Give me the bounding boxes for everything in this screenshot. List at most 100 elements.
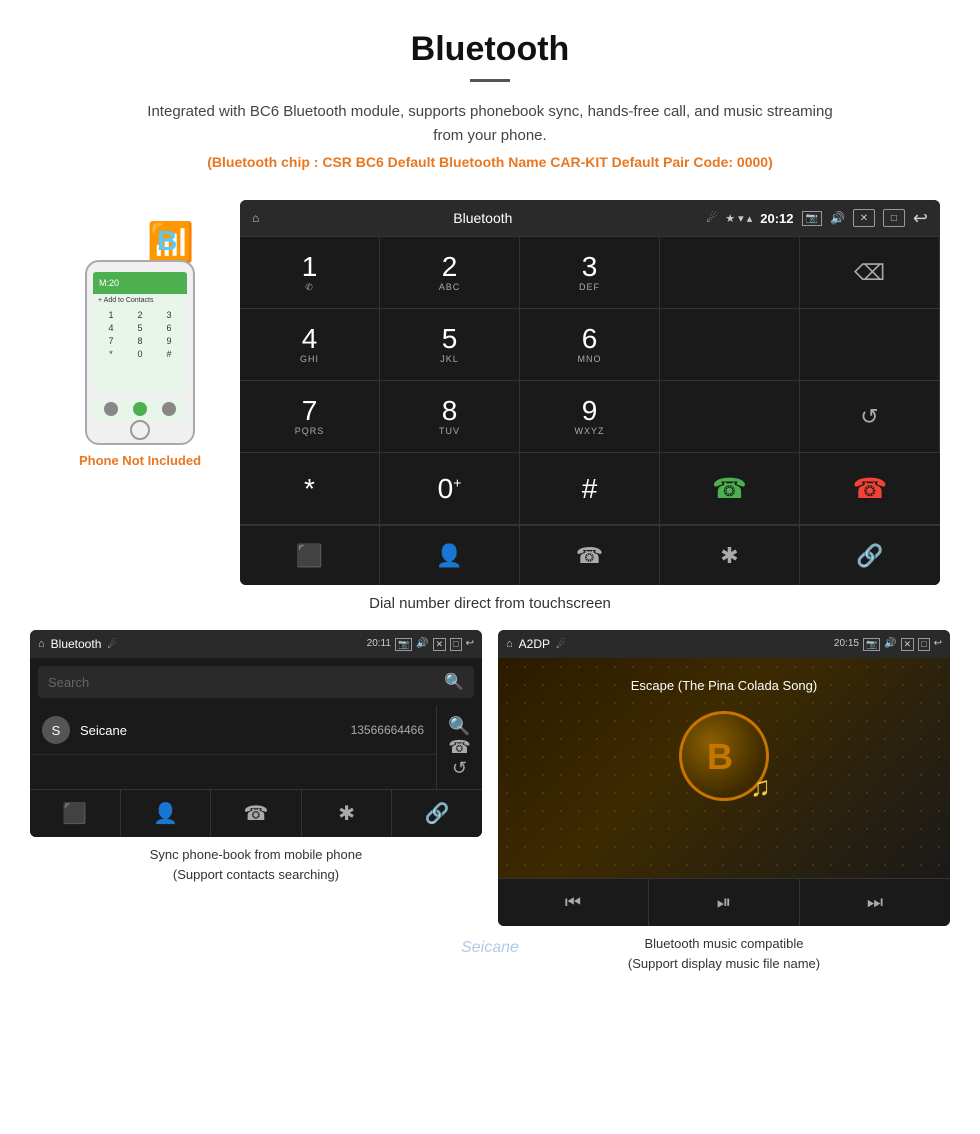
- dial-section: ☃ ⬓ 📶 B M:20 + Add to Contacts: [0, 200, 980, 585]
- dial-android-screen: ⌂ Bluetooth ☄ ★ ▾ ▴ 20:12 📷 🔊 ✕ □ ↩ 1 ✆ …: [240, 200, 940, 585]
- dial-number-2: 2 ABC: [439, 253, 461, 292]
- dial-number-1: 1 ✆: [302, 253, 318, 293]
- phone-side: ☃ ⬓ 📶 B M:20 + Add to Contacts: [40, 200, 240, 468]
- call-green-icon: ☎: [712, 472, 747, 505]
- music-next[interactable]: ⏭: [800, 879, 950, 926]
- music-home-icon[interactable]: ⌂: [506, 638, 513, 650]
- music-back-icon[interactable]: ↩: [934, 638, 942, 651]
- nav-bluetooth[interactable]: ✱: [660, 526, 800, 585]
- pb-vol-icon: 🔊: [416, 638, 428, 651]
- music-background: Escape (The Pina Colada Song) B ♫: [498, 658, 950, 878]
- phone-keypad: 1 2 3 4 5 6 7 8 9 * 0 #: [93, 307, 187, 362]
- phone-key: 9: [155, 335, 183, 347]
- pb-back-icon[interactable]: ↩: [466, 638, 474, 651]
- pb-nav-phone[interactable]: ☎: [211, 790, 302, 837]
- dial-key-star[interactable]: *: [240, 453, 380, 525]
- pb-search-bar[interactable]: Search 🔍: [38, 666, 474, 698]
- phone-key: 1: [97, 309, 125, 321]
- dial-key-4[interactable]: 4 GHI: [240, 309, 380, 381]
- phone-bottom-bar: [93, 398, 187, 420]
- nav-contacts[interactable]: 👤: [380, 526, 520, 585]
- music-caption-line1: Bluetooth music compatible: [645, 936, 804, 951]
- pb-screen-icon[interactable]: □: [450, 638, 461, 651]
- pb-usb-icon: ☄: [107, 638, 117, 651]
- pb-search-side-icon[interactable]: 🔍: [448, 716, 470, 737]
- nav-phone[interactable]: ☎: [520, 526, 660, 585]
- pb-nav-link[interactable]: 🔗: [392, 790, 482, 837]
- backspace-icon: ⌫: [854, 260, 885, 286]
- dial-key-9[interactable]: 9 WXYZ: [520, 381, 660, 453]
- music-statusbar-title: A2DP: [519, 637, 550, 651]
- bottom-screens: ⌂ Bluetooth ☄ 20:11 📷 🔊 ✕ □ ↩ Search: [0, 630, 980, 973]
- phonebook-screen-wrap: ⌂ Bluetooth ☄ 20:11 📷 🔊 ✕ □ ↩ Search: [30, 630, 482, 973]
- pb-nav-dialpad[interactable]: ⬛: [30, 790, 121, 837]
- phone-body: M:20 + Add to Contacts 1 2 3 4 5 6 7 8 9…: [85, 260, 195, 445]
- pb-nav-contacts[interactable]: 👤: [121, 790, 212, 837]
- nav-dialpad[interactable]: ⬛: [240, 526, 380, 585]
- dial-call-red[interactable]: ☎: [800, 453, 940, 525]
- phone-add-contact: + Add to Contacts: [93, 294, 187, 307]
- dial-key-5[interactable]: 5 JKL: [380, 309, 520, 381]
- dialpad-area: 1 ✆ 2 ABC 3 DEF ⌫: [240, 236, 940, 525]
- music-statusbar: ⌂ A2DP ☄ 20:15 📷 🔊 ✕ □ ↩: [498, 630, 950, 658]
- music-screen-icon[interactable]: □: [918, 638, 929, 651]
- music-note-icon: ♫: [750, 771, 771, 803]
- refresh-icon: ↺: [860, 404, 878, 430]
- dial-backspace[interactable]: ⌫: [800, 237, 940, 309]
- pb-refresh-side-icon[interactable]: ↺: [452, 758, 467, 779]
- nav-link[interactable]: 🔗: [800, 526, 940, 585]
- page-title: Bluetooth: [20, 30, 960, 69]
- pb-side-icons: 🔍 ☎ ↺: [436, 706, 482, 789]
- music-caption: Bluetooth music compatible (Support disp…: [498, 934, 950, 973]
- dial-key-8[interactable]: 8 TUV: [380, 381, 520, 453]
- dial-empty-4: [660, 381, 800, 453]
- dial-call-green[interactable]: ☎: [660, 453, 800, 525]
- dial-key-7[interactable]: 7 PQRS: [240, 381, 380, 453]
- screen-icon[interactable]: □: [883, 209, 905, 227]
- status-icons: ★ ▾ ▴: [725, 212, 752, 225]
- music-play-pause[interactable]: ⏯: [649, 879, 800, 926]
- dial-empty-2: [660, 309, 800, 381]
- pb-nav-bluetooth[interactable]: ✱: [302, 790, 393, 837]
- page-header: Bluetooth Integrated with BC6 Bluetooth …: [0, 0, 980, 200]
- dial-key-0[interactable]: 0+: [380, 453, 520, 525]
- phone-key: 3: [155, 309, 183, 321]
- back-icon[interactable]: ↩: [913, 208, 928, 229]
- dial-number-3: 3 DEF: [579, 253, 600, 292]
- phone-menu-icon: [162, 402, 176, 416]
- music-song-title: Escape (The Pina Colada Song): [631, 678, 817, 693]
- close-icon[interactable]: ✕: [853, 209, 875, 227]
- title-underline: [470, 79, 510, 82]
- dial-key-1[interactable]: 1 ✆: [240, 237, 380, 309]
- dial-key-6[interactable]: 6 MNO: [520, 309, 660, 381]
- music-close-icon[interactable]: ✕: [901, 638, 915, 651]
- pb-contacts-list: S Seicane 13566664466: [30, 706, 436, 789]
- usb-icon: ☄: [706, 211, 717, 225]
- volume-icon[interactable]: 🔊: [830, 211, 845, 225]
- dial-refresh[interactable]: ↺: [800, 381, 940, 453]
- music-album-art: B ♫: [679, 711, 769, 801]
- home-icon[interactable]: ⌂: [252, 211, 259, 225]
- phone-back-icon: [104, 402, 118, 416]
- pb-call-side-icon[interactable]: ☎: [448, 737, 470, 758]
- statusbar-title: Bluetooth: [267, 210, 698, 226]
- pb-contact-row[interactable]: S Seicane 13566664466: [30, 706, 436, 755]
- phonebook-caption: Sync phone-book from mobile phone (Suppo…: [30, 845, 482, 884]
- dial-key-3[interactable]: 3 DEF: [520, 237, 660, 309]
- call-red-icon: ☎: [853, 472, 888, 505]
- dial-key-2[interactable]: 2 ABC: [380, 237, 520, 309]
- dial-bottom-nav: ⬛ 👤 ☎ ✱ 🔗: [240, 525, 940, 585]
- dial-key-hash[interactable]: #: [520, 453, 660, 525]
- phone-key: 4: [97, 322, 125, 334]
- music-content: Escape (The Pina Colada Song) B ♫: [518, 678, 930, 801]
- phonebook-caption-line1: Sync phone-book from mobile phone: [150, 847, 362, 862]
- svg-text:B: B: [157, 225, 177, 256]
- pb-home-icon[interactable]: ⌂: [38, 638, 45, 650]
- music-bt-icon: B: [699, 731, 749, 781]
- phone-key: #: [155, 348, 183, 360]
- phone-key: 6: [155, 322, 183, 334]
- music-prev[interactable]: ⏮: [498, 879, 649, 926]
- music-time: 20:15: [834, 638, 859, 651]
- pb-close-icon[interactable]: ✕: [433, 638, 447, 651]
- dial-statusbar: ⌂ Bluetooth ☄ ★ ▾ ▴ 20:12 📷 🔊 ✕ □ ↩: [240, 200, 940, 236]
